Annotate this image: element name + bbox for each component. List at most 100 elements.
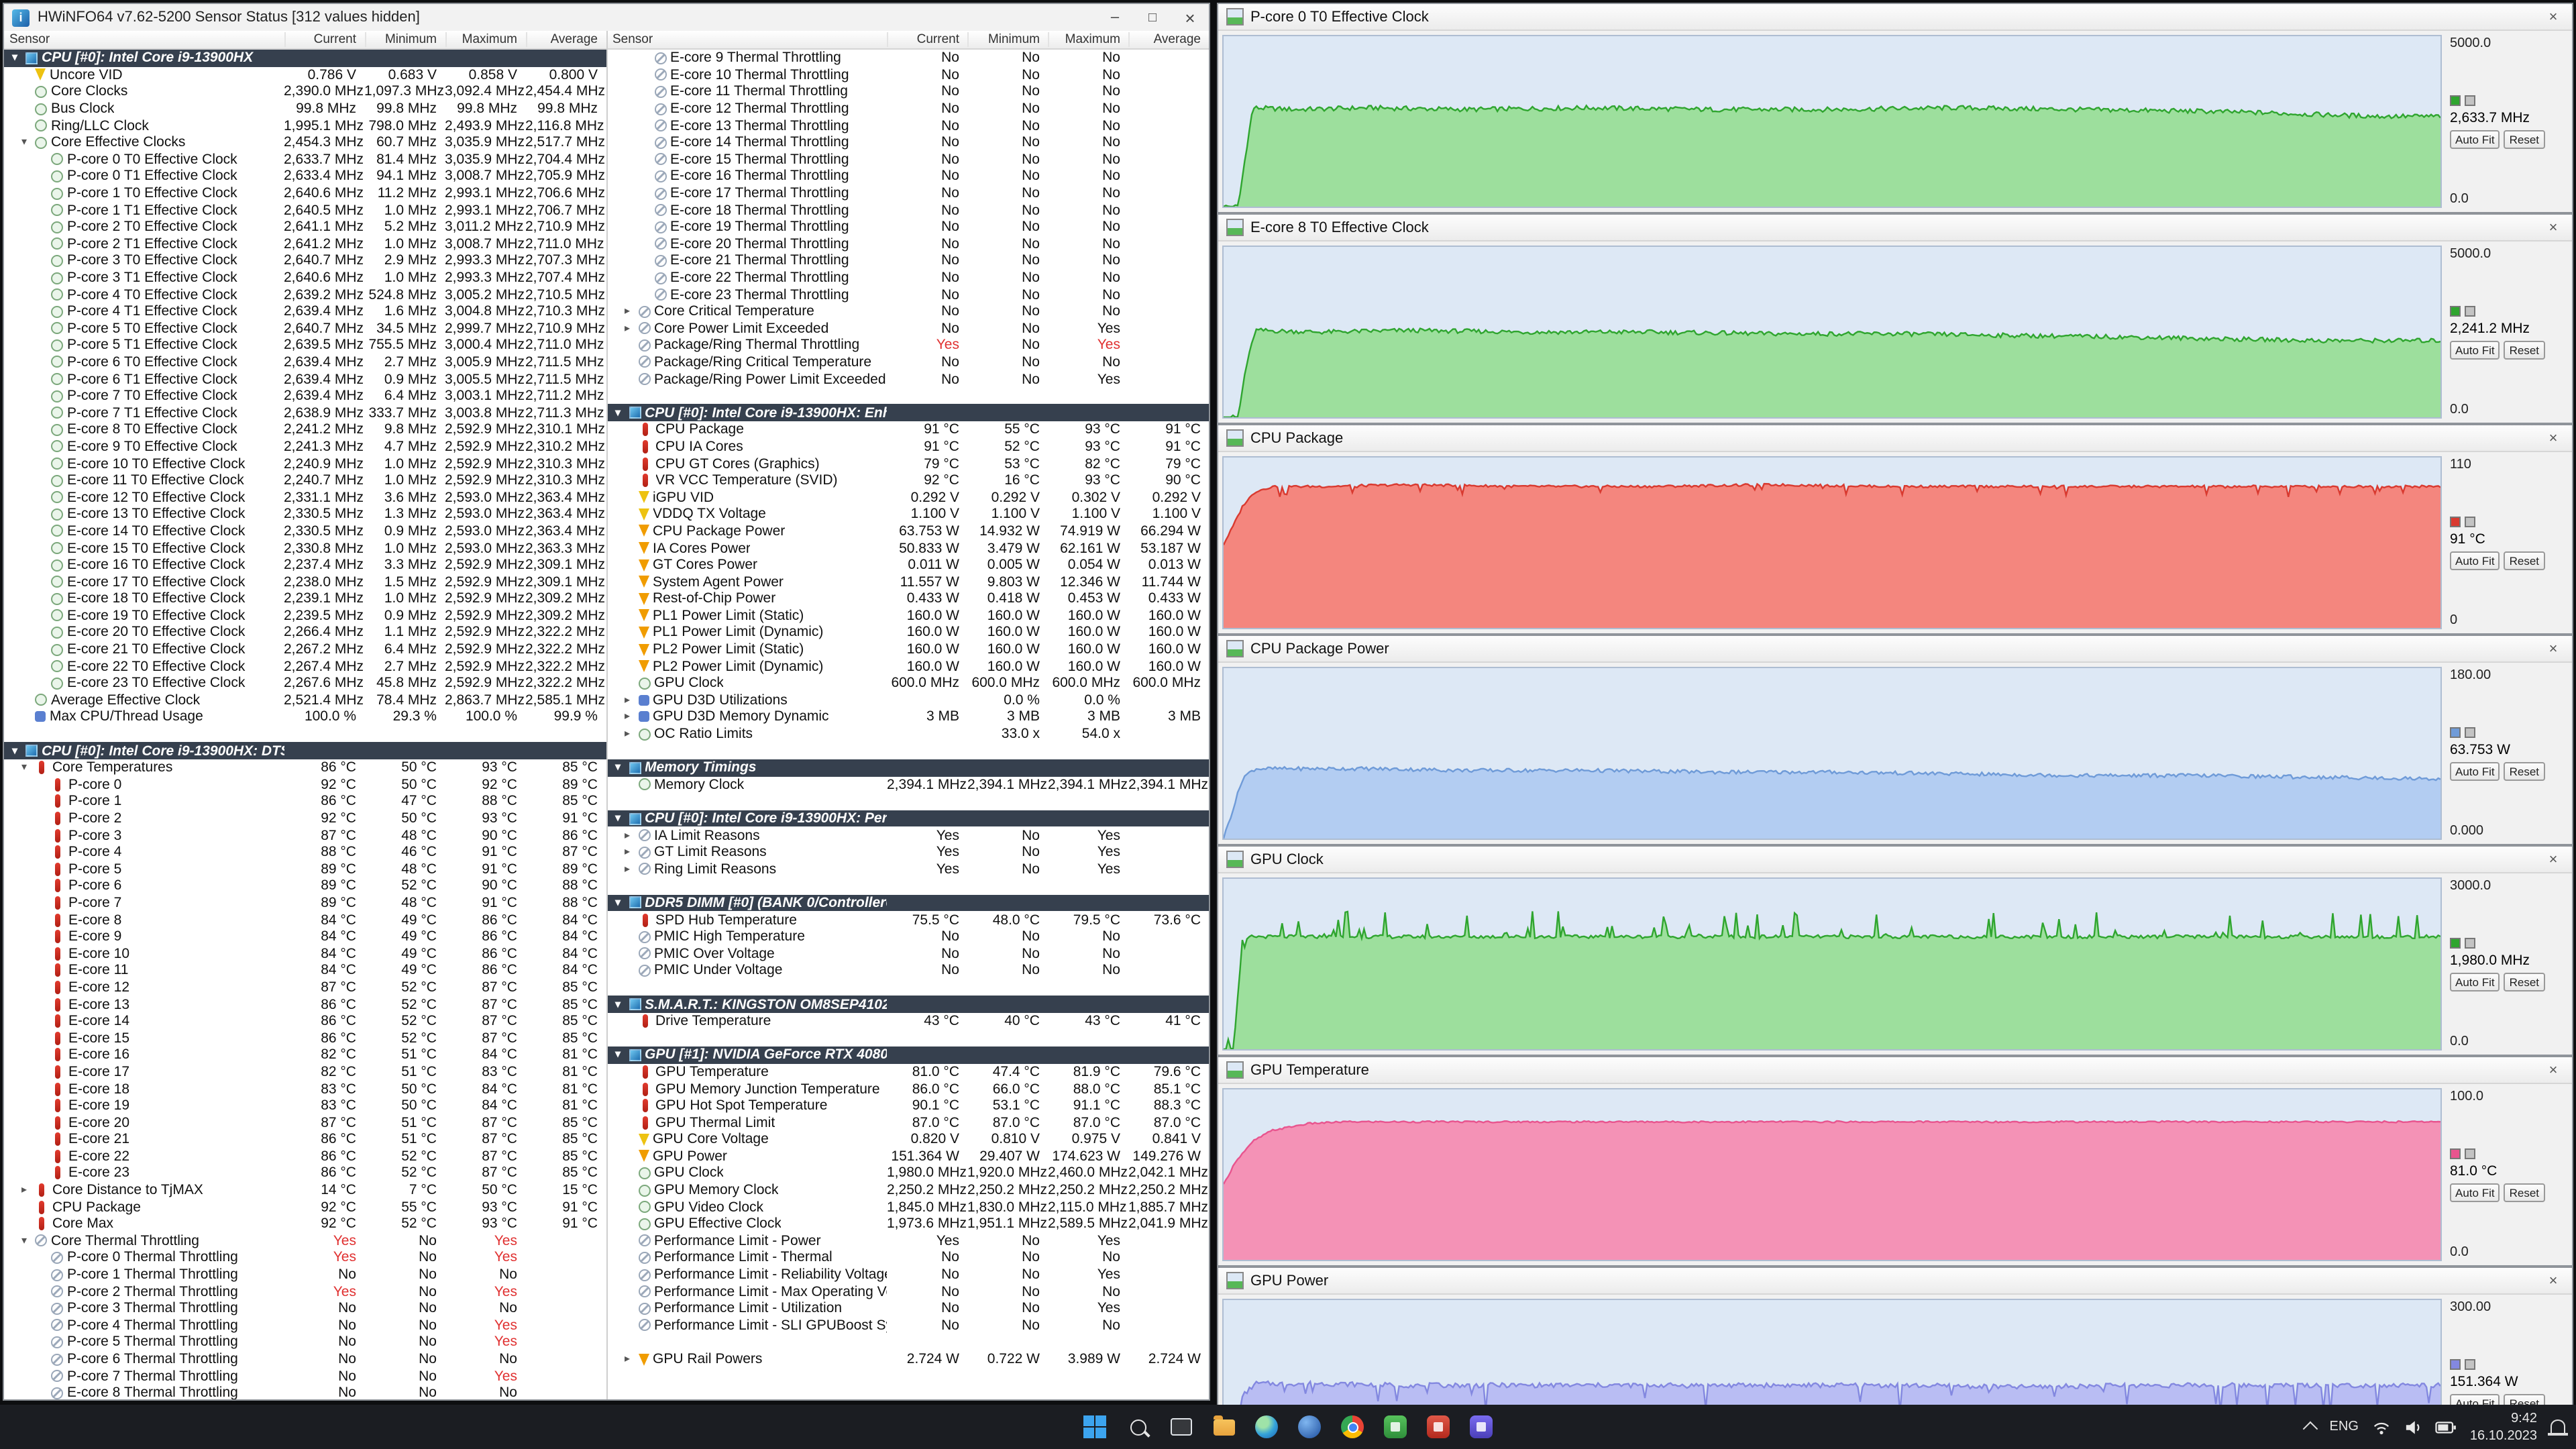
sensor-row[interactable]: E-core 20 87 °C 51 °C 87 °C 85 °C: [4, 1114, 606, 1131]
sensor-row[interactable]: E-core 17 Thermal Throttling No No No: [607, 185, 1209, 202]
sensor-row[interactable]: E-core 22 86 °C 52 °C 87 °C 85 °C: [4, 1148, 606, 1165]
sensor-row[interactable]: Drive Temperature 43 °C 40 °C 43 °C 41 °…: [607, 1013, 1209, 1030]
sensor-row[interactable]: E-core 14 T0 Effective Clock 2,330.5 MHz…: [4, 523, 606, 539]
expander-icon[interactable]: ▾: [17, 761, 31, 773]
sensor-row[interactable]: ▸ Core Distance to TjMAX 14 °C 7 °C 50 °…: [4, 1182, 606, 1199]
sensor-row[interactable]: ▸ OC Ratio Limits 33.0 x 54.0 x: [607, 726, 1209, 743]
auto-fit-button[interactable]: Auto Fit: [2450, 972, 2500, 991]
sensor-row[interactable]: Bus Clock 99.8 MHz 99.8 MHz 99.8 MHz 99.…: [4, 101, 606, 117]
expander-icon[interactable]: ▾: [611, 761, 625, 773]
sensor-row[interactable]: CPU Package 92 °C 55 °C 93 °C 91 °C: [4, 1199, 606, 1216]
sensor-row[interactable]: [607, 979, 1209, 996]
expander-icon[interactable]: ▾: [611, 1049, 625, 1061]
sensor-row[interactable]: E-core 20 Thermal Throttling No No No: [607, 235, 1209, 252]
graph-panel-titlebar[interactable]: CPU Package: [1218, 425, 2572, 452]
sensor-row[interactable]: GPU Memory Clock 2,250.2 MHz 2,250.2 MHz…: [607, 1182, 1209, 1199]
sensor-row[interactable]: PMIC Over Voltage No No No: [607, 945, 1209, 962]
sensor-row[interactable]: P-core 4 Thermal Throttling No No Yes: [4, 1317, 606, 1334]
sensor-row[interactable]: E-core 8 Thermal Throttling No No No: [4, 1385, 606, 1399]
sensor-row[interactable]: PL1 Power Limit (Static) 160.0 W 160.0 W…: [607, 607, 1209, 624]
sensor-row[interactable]: P-core 1 Thermal Throttling No No No: [4, 1267, 606, 1283]
sensor-row[interactable]: ▸ Ring Limit Reasons Yes No Yes: [607, 861, 1209, 877]
reset-button[interactable]: Reset: [2504, 551, 2545, 570]
notifications-icon[interactable]: [2548, 1419, 2568, 1435]
sensor-row[interactable]: P-core 5 89 °C 48 °C 91 °C 89 °C: [4, 861, 606, 877]
sensor-row[interactable]: E-core 15 86 °C 52 °C 87 °C 85 °C: [4, 1030, 606, 1046]
auto-fit-button[interactable]: Auto Fit: [2450, 551, 2500, 570]
graph-panel-titlebar[interactable]: GPU Clock: [1218, 847, 2572, 873]
sensor-row[interactable]: P-core 4 88 °C 46 °C 91 °C 87 °C: [4, 844, 606, 861]
tray-overflow-chevron-icon[interactable]: [2303, 1421, 2318, 1437]
sensor-row[interactable]: P-core 4 T0 Effective Clock 2,639.2 MHz …: [4, 286, 606, 303]
chrome-icon[interactable]: [1337, 1411, 1368, 1442]
reset-button[interactable]: Reset: [2504, 129, 2545, 148]
window-titlebar[interactable]: HWiNFO64 v7.62-5200 Sensor Status [312 v…: [4, 4, 1209, 32]
sensor-row[interactable]: P-core 1 86 °C 47 °C 88 °C 85 °C: [4, 793, 606, 810]
sensor-row[interactable]: P-core 6 T0 Effective Clock 2,639.4 MHz …: [4, 354, 606, 370]
graph-panel-titlebar[interactable]: P-core 0 T0 Effective Clock: [1218, 4, 2572, 31]
sensor-row[interactable]: E-core 21 86 °C 51 °C 87 °C 85 °C: [4, 1131, 606, 1148]
sensor-row[interactable]: E-core 9 T0 Effective Clock 2,241.3 MHz …: [4, 438, 606, 455]
sensor-row[interactable]: P-core 2 T0 Effective Clock 2,641.1 MHz …: [4, 219, 606, 235]
sensor-row[interactable]: E-core 10 Thermal Throttling No No No: [607, 66, 1209, 83]
expander-icon[interactable]: ▸: [621, 694, 634, 706]
sensor-row[interactable]: E-core 13 86 °C 52 °C 87 °C 85 °C: [4, 996, 606, 1013]
sensor-row[interactable]: P-core 2 92 °C 50 °C 93 °C 91 °C: [4, 810, 606, 826]
sensor-row[interactable]: VR VCC Temperature (SVID) 92 °C 16 °C 93…: [607, 472, 1209, 489]
sensor-row[interactable]: Uncore VID 0.786 V 0.683 V 0.858 V 0.800…: [4, 66, 606, 83]
expander-icon[interactable]: ▸: [621, 863, 634, 875]
sensor-row[interactable]: [607, 743, 1209, 759]
sensor-row[interactable]: E-core 21 Thermal Throttling No No No: [607, 252, 1209, 269]
sensor-row[interactable]: Max CPU/Thread Usage 100.0 % 29.3 % 100.…: [4, 708, 606, 725]
sensor-row[interactable]: E-core 8 T0 Effective Clock 2,241.2 MHz …: [4, 421, 606, 438]
sensor-row[interactable]: CPU Package 91 °C 55 °C 93 °C 91 °C: [607, 421, 1209, 438]
sensor-row[interactable]: P-core 3 T0 Effective Clock 2,640.7 MHz …: [4, 252, 606, 269]
sensor-row[interactable]: E-core 12 87 °C 52 °C 87 °C 85 °C: [4, 979, 606, 996]
sensor-row[interactable]: E-core 16 Thermal Throttling No No No: [607, 168, 1209, 184]
sensor-row[interactable]: Core Max 92 °C 52 °C 93 °C 91 °C: [4, 1216, 606, 1232]
graph-panel-titlebar[interactable]: E-core 8 T0 Effective Clock: [1218, 215, 2572, 241]
sensor-row[interactable]: ▸ Core Power Limit Exceeded No No Yes: [607, 320, 1209, 337]
sensor-row[interactable]: GPU Memory Junction Temperature 86.0 °C …: [607, 1080, 1209, 1097]
sensor-row[interactable]: Performance Limit - Thermal No No No: [607, 1249, 1209, 1266]
expander-icon[interactable]: ▾: [611, 407, 625, 419]
expander-icon[interactable]: ▾: [17, 1235, 31, 1246]
edge-icon[interactable]: [1251, 1411, 1282, 1442]
sensor-row[interactable]: Performance Limit - Max Operating Voltag…: [607, 1283, 1209, 1300]
sensor-row[interactable]: Package/Ring Power Limit Exceeded No No …: [607, 371, 1209, 388]
sensor-row[interactable]: Package/Ring Thermal Throttling Yes No Y…: [607, 337, 1209, 354]
sensor-row[interactable]: P-core 0 T0 Effective Clock 2,633.7 MHz …: [4, 151, 606, 168]
auto-fit-button[interactable]: Auto Fit: [2450, 1183, 2500, 1201]
close-icon[interactable]: [2542, 851, 2564, 867]
sensor-row[interactable]: iGPU VID 0.292 V 0.292 V 0.302 V 0.292 V: [607, 489, 1209, 506]
sensor-row[interactable]: Ring/LLC Clock 1,995.1 MHz 798.0 MHz 2,4…: [4, 117, 606, 134]
sensor-row[interactable]: GPU Power 151.364 W 29.407 W 174.623 W 1…: [607, 1148, 1209, 1165]
sensor-row[interactable]: ▸ Core Critical Temperature No No No: [607, 303, 1209, 320]
sensor-row[interactable]: E-core 18 T0 Effective Clock 2,239.1 MHz…: [4, 590, 606, 607]
sensor-row[interactable]: E-core 17 T0 Effective Clock 2,238.0 MHz…: [4, 574, 606, 590]
expander-icon[interactable]: ▸: [621, 323, 634, 334]
reset-button[interactable]: Reset: [2504, 761, 2545, 780]
sensor-row[interactable]: ▸ GT Limit Reasons Yes No Yes: [607, 844, 1209, 861]
sensor-row[interactable]: GPU Video Clock 1,845.0 MHz 1,830.0 MHz …: [607, 1199, 1209, 1216]
sensor-row[interactable]: [607, 1334, 1209, 1350]
expander-icon[interactable]: ▸: [621, 829, 634, 841]
reset-button[interactable]: Reset: [2504, 972, 2545, 991]
sensor-row[interactable]: PL2 Power Limit (Dynamic) 160.0 W 160.0 …: [607, 658, 1209, 675]
reset-button[interactable]: Reset: [2504, 340, 2545, 359]
sensor-row[interactable]: E-core 19 T0 Effective Clock 2,239.5 MHz…: [4, 607, 606, 624]
volume-icon[interactable]: [2404, 1419, 2422, 1435]
sensor-row[interactable]: E-core 14 86 °C 52 °C 87 °C 85 °C: [4, 1013, 606, 1030]
sensor-row[interactable]: ▾ CPU [#0]: Intel Core i9-13900HX: [4, 50, 606, 67]
sensor-row[interactable]: GPU Thermal Limit 87.0 °C 87.0 °C 87.0 °…: [607, 1114, 1209, 1131]
sensor-row[interactable]: E-core 12 Thermal Throttling No No No: [607, 101, 1209, 117]
sensor-row[interactable]: Average Effective Clock 2,521.4 MHz 78.4…: [4, 692, 606, 708]
expander-icon[interactable]: ▾: [8, 745, 21, 756]
close-icon[interactable]: [2542, 1273, 2564, 1289]
sensor-row[interactable]: P-core 2 T1 Effective Clock 2,641.2 MHz …: [4, 235, 606, 252]
sensor-row[interactable]: Performance Limit - Utilization No No Ye…: [607, 1300, 1209, 1317]
sensor-row[interactable]: ▾ S.M.A.R.T.: KINGSTON OM8SEP41024Q-A0 (…: [607, 996, 1209, 1013]
graph-panel-titlebar[interactable]: GPU Power: [1218, 1268, 2572, 1295]
sensor-row[interactable]: P-core 6 T1 Effective Clock 2,639.4 MHz …: [4, 371, 606, 388]
sensor-row[interactable]: ▾ Core Effective Clocks 2,454.3 MHz 60.7…: [4, 134, 606, 151]
